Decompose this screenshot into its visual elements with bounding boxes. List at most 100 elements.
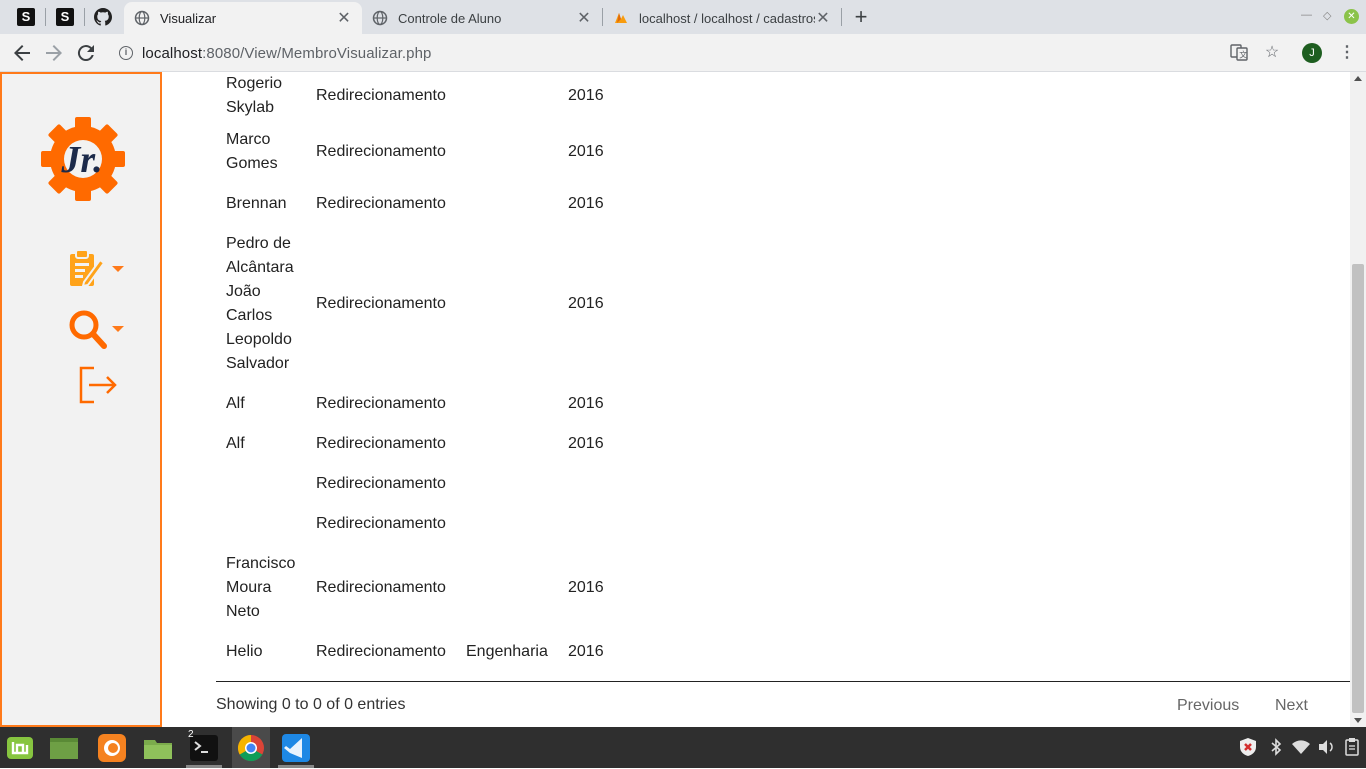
cell-nome	[216, 504, 306, 544]
previous-button[interactable]: Previous	[1177, 697, 1239, 715]
table-row: Alf Redirecionamento 2016	[216, 384, 1350, 424]
bluetooth-icon[interactable]	[1266, 737, 1286, 757]
cell-area	[456, 544, 558, 632]
terminal-badge: 2	[188, 729, 194, 740]
scrollbar-thumb[interactable]	[1352, 264, 1364, 713]
scroll-down-icon[interactable]	[1354, 718, 1362, 723]
browser-toolbar: i localhost:8080/View/MembroVisualizar.p…	[0, 34, 1366, 72]
cell-ano: 2016	[568, 579, 604, 596]
cell-nome-line: Alcântara	[226, 259, 294, 276]
table-row: Francisco Moura Neto Redirecionamento 2016	[216, 544, 1350, 632]
profile-avatar[interactable]: J	[1302, 43, 1322, 63]
cell-tipo: Redirecionamento	[316, 435, 446, 452]
firefox-icon[interactable]	[96, 732, 128, 764]
page-scrollbar[interactable]	[1350, 72, 1366, 727]
cell-tipo: Redirecionamento	[316, 143, 446, 160]
tab-close-icon[interactable]: ✕	[336, 8, 352, 28]
cell-nome: Rogerio Skylab	[216, 72, 306, 120]
star-icon[interactable]: ☆	[1262, 43, 1282, 63]
clipboard-icon[interactable]	[1342, 737, 1362, 757]
cell-nome: Francisco Moura Neto	[216, 544, 306, 632]
address-bar[interactable]: i localhost:8080/View/MembroVisualizar.p…	[110, 38, 1250, 68]
tab-controle-de-aluno[interactable]: Controle de Aluno ✕	[362, 2, 602, 34]
tab-title: Visualizar	[160, 10, 217, 26]
cell-area	[456, 504, 558, 544]
cell-nome-line: Rogerio	[226, 75, 283, 92]
github-icon	[94, 8, 112, 26]
minimize-icon[interactable]: —	[1301, 9, 1312, 21]
table-row: Helio Redirecionamento Engenharia 2016	[216, 632, 1350, 672]
maximize-icon[interactable]: ◇	[1323, 9, 1331, 22]
menu-icon[interactable]: ⋮	[1339, 43, 1355, 63]
pinned-tab-github[interactable]	[94, 8, 112, 26]
svg-text:文: 文	[1239, 50, 1247, 60]
cell-nome-line: Moura	[226, 579, 272, 596]
terminal-icon[interactable]: 2	[188, 729, 220, 764]
files-icon[interactable]	[142, 732, 174, 764]
cell-filler	[618, 120, 1350, 184]
cell-filler	[618, 632, 1350, 672]
cell-nome: Marco Gomes	[216, 120, 306, 184]
pinned-tab-2[interactable]: S	[56, 8, 74, 26]
pinned-tab-1[interactable]: S	[17, 8, 35, 26]
cell-ano	[558, 504, 618, 544]
cell-filler	[618, 424, 1350, 464]
sidebar: Jr.	[0, 72, 162, 727]
cell-tipo: Redirecionamento	[316, 515, 446, 532]
wifi-icon[interactable]	[1291, 737, 1311, 757]
table-info: Showing 0 to 0 of 0 entries	[216, 696, 406, 713]
cell-nome-line: Pedro de	[226, 235, 291, 252]
logout-icon	[79, 366, 117, 404]
url-host: localhost	[142, 44, 203, 62]
tab-strip: S S Visualizar ✕ Controle de Aluno ✕ loc…	[0, 0, 1366, 34]
chevron-down-icon	[112, 266, 124, 272]
vscode-icon[interactable]	[280, 732, 312, 764]
tab-visualizar[interactable]: Visualizar ✕	[124, 2, 362, 34]
search-menu-button[interactable]	[68, 308, 124, 350]
info-icon[interactable]: i	[119, 46, 133, 60]
cell-nome-line: João	[226, 283, 261, 300]
chrome-icon[interactable]	[232, 727, 270, 768]
window-close-icon[interactable]: ✕	[1344, 9, 1359, 24]
tab-phpmyadmin[interactable]: localhost / localhost / cadastros ✕	[603, 2, 841, 34]
reload-icon[interactable]	[74, 41, 98, 65]
table-row: Redirecionamento	[216, 504, 1350, 544]
translate-icon[interactable]: 文	[1229, 43, 1249, 63]
cell-ano: 2016	[568, 643, 604, 660]
cell-tipo: Redirecionamento	[316, 87, 446, 104]
url-text: localhost:8080/View/MembroVisualizar.php	[142, 45, 431, 62]
tab-close-icon[interactable]: ✕	[815, 8, 831, 28]
back-icon[interactable]	[10, 41, 34, 65]
tab-close-icon[interactable]: ✕	[576, 8, 592, 28]
cell-filler	[618, 464, 1350, 504]
cell-ano: 2016	[568, 295, 604, 312]
cell-ano: 2016	[568, 143, 604, 160]
cell-nome-line: Leopoldo	[226, 331, 292, 348]
tab-title: Controle de Aluno	[398, 10, 502, 26]
volume-icon[interactable]	[1316, 737, 1336, 757]
cell-nome-line: Helio	[226, 643, 263, 660]
logo-text: Jr.	[60, 139, 102, 181]
mint-menu-icon[interactable]	[4, 732, 36, 764]
main-content: Rogerio Skylab Redirecionamento 2016 Marco Go…	[162, 72, 1350, 727]
logout-button[interactable]	[78, 364, 118, 406]
cadastro-menu-button[interactable]	[68, 248, 124, 290]
cell-filler	[618, 544, 1350, 632]
new-tab-button[interactable]: +	[850, 6, 872, 28]
phpmyadmin-icon	[615, 13, 627, 23]
cell-filler	[618, 224, 1350, 384]
security-icon[interactable]	[1238, 737, 1258, 757]
cell-tipo: Redirecionamento	[316, 195, 446, 212]
cell-filler	[618, 184, 1350, 224]
cell-tipo: Redirecionamento	[316, 475, 446, 492]
next-button[interactable]: Next	[1275, 697, 1308, 715]
cell-filler	[618, 384, 1350, 424]
table-row: Pedro de Alcântara João Carlos Leopoldo Salva…	[216, 224, 1350, 384]
cell-area	[456, 120, 558, 184]
show-desktop-icon[interactable]	[48, 732, 80, 764]
cell-nome: Helio	[216, 632, 306, 672]
forward-icon[interactable]	[42, 41, 66, 65]
company-logo: Jr.	[41, 117, 125, 201]
scroll-up-icon[interactable]	[1354, 76, 1362, 81]
cell-filler	[618, 504, 1350, 544]
